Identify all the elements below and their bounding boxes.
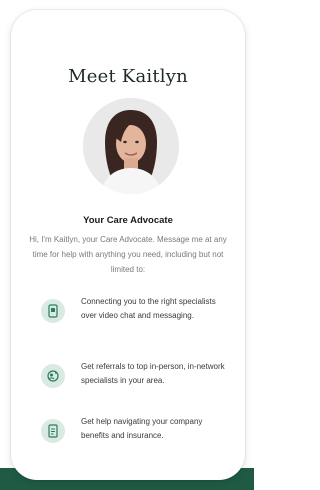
feature-text: Get help navigating your company benefit… <box>81 417 203 440</box>
document-icon <box>41 419 65 443</box>
feature-item-referrals: Get referrals to top in-person, in-netwo… <box>33 360 231 408</box>
phone-icon <box>41 299 65 323</box>
card-subtitle: Your Care Advocate <box>83 215 173 226</box>
card-title: Meet Kaitlyn <box>68 66 188 87</box>
avatar-image <box>83 98 179 194</box>
care-advocate-card: Meet Kaitlyn Your Care Advocate Hi, I'm … <box>11 10 245 480</box>
advocate-avatar <box>83 98 179 194</box>
intro-text: Hi, I'm Kaitlyn, your Care Advocate. Mes… <box>29 235 227 274</box>
feature-item-benefits: Get help navigating your company benefit… <box>33 415 231 463</box>
feature-text: Connecting you to the right specialists … <box>81 297 216 320</box>
referral-icon <box>41 364 65 388</box>
feature-item-video-chat: Connecting you to the right specialists … <box>33 295 231 343</box>
feature-text: Get referrals to top in-person, in-netwo… <box>81 362 225 385</box>
